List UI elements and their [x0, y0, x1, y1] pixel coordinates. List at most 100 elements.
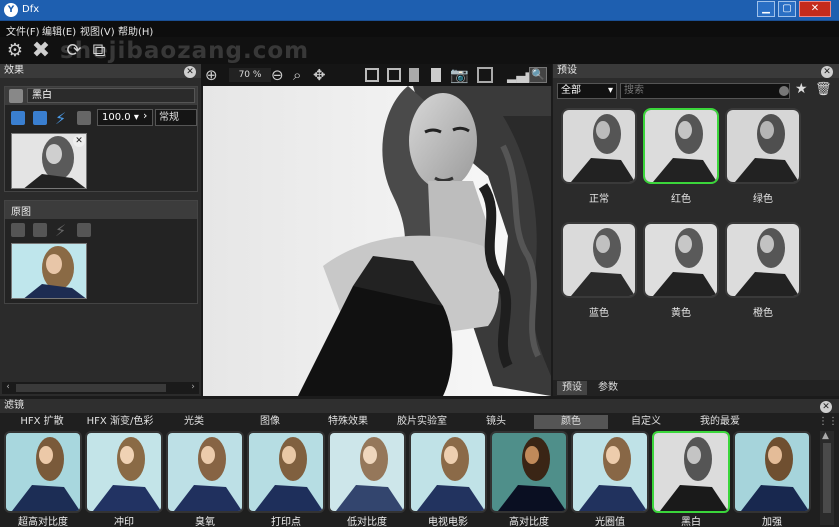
menu-edit[interactable]: 编辑(E)	[42, 23, 76, 38]
filter-tab[interactable]: 光类	[172, 415, 216, 429]
filter-tab[interactable]: 特殊效果	[320, 415, 376, 429]
filter-label: 打印点	[271, 517, 301, 527]
preset-thumb-blue[interactable]	[561, 222, 637, 298]
tab-parameters[interactable]: 参数	[593, 381, 623, 395]
image-canvas[interactable]	[203, 86, 551, 396]
single-view-icon[interactable]	[431, 68, 441, 82]
menu-help[interactable]: 帮助(H)	[118, 23, 153, 38]
zoom-out-icon[interactable]: ⊖	[271, 66, 284, 84]
app-logo-icon: Y	[4, 3, 18, 17]
trash-icon[interactable]: 🗑	[815, 82, 832, 97]
blend-mode-select[interactable]: 常规	[155, 109, 197, 126]
filter-thumb[interactable]	[328, 431, 406, 513]
effects-close-icon[interactable]: ✕	[184, 66, 196, 78]
preset-label: 红色	[671, 194, 691, 205]
settings-gear-icon[interactable]: ⚙	[4, 40, 26, 62]
presets-panel: 预设 ✕ 全部 ▾ 搜索 ★ 🗑 正常 红色 绿色 蓝色 黄色 橙色 预设 参数	[553, 64, 839, 396]
menu-bar: 文件(F) 编辑(E) 视图(V) 帮助(H)	[0, 21, 839, 38]
preset-label: 正常	[589, 194, 609, 205]
close-x-icon[interactable]: ✖	[30, 40, 52, 62]
filter-thumb[interactable]	[571, 431, 649, 513]
filter-tab[interactable]: HFX 渐变/色彩	[80, 415, 160, 429]
filter-thumb[interactable]	[4, 431, 82, 513]
filters-title: 滤镜	[4, 400, 24, 411]
split-horizontal-icon[interactable]	[409, 68, 419, 82]
view-toolbar: ⊕ 70 % ⊖ ⌕ ✥ 📷 ▂▄▆ 🔍	[201, 64, 552, 86]
scroll-thumb[interactable]	[16, 384, 166, 392]
filter-tab-active[interactable]: 颜色	[534, 415, 608, 429]
filter-thumb[interactable]	[733, 431, 811, 513]
preset-thumb-red[interactable]	[643, 108, 719, 184]
split-side-icon[interactable]	[387, 68, 401, 82]
minimize-icon[interactable]: ▁	[757, 1, 775, 17]
window-title: Dfx	[22, 4, 40, 15]
preset-label: 绿色	[753, 194, 773, 205]
close-window-icon[interactable]: ✕	[799, 1, 831, 17]
fit-zoom-icon[interactable]: ⌕	[293, 66, 301, 84]
filters-close-icon[interactable]: ✕	[820, 401, 832, 413]
filter-tab[interactable]: 图像	[248, 415, 292, 429]
split-vertical-icon[interactable]	[365, 68, 379, 82]
preset-label: 蓝色	[589, 308, 609, 319]
preset-thumb-normal[interactable]	[561, 108, 637, 184]
mask-icon[interactable]	[77, 111, 91, 125]
portrait-image	[203, 86, 551, 396]
lightning-disabled-icon: ⚡	[55, 221, 67, 240]
scroll-right-icon[interactable]: ›	[187, 382, 199, 394]
preset-thumb-green[interactable]	[725, 108, 801, 184]
filter-tab[interactable]: 胶片实验室	[390, 415, 454, 429]
remove-layer-icon[interactable]: ✕	[73, 135, 85, 147]
edit-icon[interactable]	[11, 111, 25, 125]
loupe-icon[interactable]: 🔍	[529, 67, 547, 83]
snapshot-camera-icon[interactable]: 📷	[450, 66, 469, 84]
preset-search-input[interactable]: 搜索	[620, 83, 790, 99]
zoom-in-icon[interactable]: ⊕	[205, 66, 218, 84]
crop-frame-icon[interactable]	[477, 67, 493, 83]
scroll-thumb-vertical[interactable]	[823, 443, 831, 513]
layer-list-icon[interactable]	[9, 89, 23, 103]
zoom-level[interactable]: 70 %	[229, 68, 271, 82]
preset-thumb-yellow[interactable]	[643, 222, 719, 298]
filter-thumb-selected[interactable]	[652, 431, 730, 513]
monitor-icon[interactable]	[33, 111, 47, 125]
presets-tabbar: 预设 参数	[553, 380, 839, 396]
effect-layer-name[interactable]: 黑白	[27, 88, 195, 103]
filter-thumb[interactable]	[490, 431, 568, 513]
preset-thumb-orange[interactable]	[725, 222, 801, 298]
search-clear-icon[interactable]	[779, 86, 789, 96]
opacity-step-icon[interactable]: ›	[143, 109, 153, 122]
preset-label: 橙色	[753, 308, 773, 319]
effect-layer-card: 黑白 ⚡ 100.0 ▾ › 常规 ✕	[4, 86, 198, 192]
favorite-star-icon[interactable]: ★	[795, 81, 808, 97]
presets-close-icon[interactable]: ✕	[821, 66, 833, 78]
lightning-icon[interactable]: ⚡	[55, 109, 66, 128]
filter-label: 超高对比度	[18, 517, 68, 527]
effects-title: 效果	[4, 65, 24, 76]
effects-panel: 效果 ✕ 黑白 ⚡ 100.0 ▾ › 常规 ✕ 原图 ⚡ ‹ ›	[0, 64, 201, 396]
menu-file[interactable]: 文件(F)	[6, 23, 40, 38]
filter-thumb[interactable]	[166, 431, 244, 513]
preset-category-value: 全部	[561, 85, 581, 96]
original-thumbnail[interactable]	[11, 243, 87, 299]
chevron-down-icon: ▾	[607, 85, 613, 96]
filter-thumb[interactable]	[85, 431, 163, 513]
menu-view[interactable]: 视图(V)	[80, 23, 115, 38]
pan-move-icon[interactable]: ✥	[313, 66, 326, 84]
presets-header: 预设	[553, 64, 839, 78]
preset-category-select[interactable]: 全部 ▾	[557, 83, 617, 99]
tab-presets[interactable]: 预设	[557, 381, 587, 395]
filter-tab[interactable]: 镜头	[474, 415, 518, 429]
scroll-up-icon[interactable]: ▲	[822, 431, 829, 441]
scroll-left-icon[interactable]: ‹	[2, 382, 14, 394]
maximize-icon[interactable]: ▢	[778, 1, 796, 17]
filter-tab[interactable]: HFX 扩散	[14, 415, 70, 429]
original-image-card: 原图 ⚡	[4, 200, 198, 304]
filter-tab[interactable]: 我的最爱	[690, 415, 750, 429]
filter-tab[interactable]: 自定义	[620, 415, 672, 429]
filter-thumb[interactable]	[247, 431, 325, 513]
title-bar: Y Dfx ▁ ▢ ✕	[0, 0, 839, 21]
filter-thumb[interactable]	[409, 431, 487, 513]
effects-scrollbar[interactable]: ‹ ›	[2, 382, 199, 394]
filters-scrollbar[interactable]: ▲	[820, 431, 834, 525]
grid-view-icon[interactable]: ⋮⋮	[818, 416, 838, 427]
